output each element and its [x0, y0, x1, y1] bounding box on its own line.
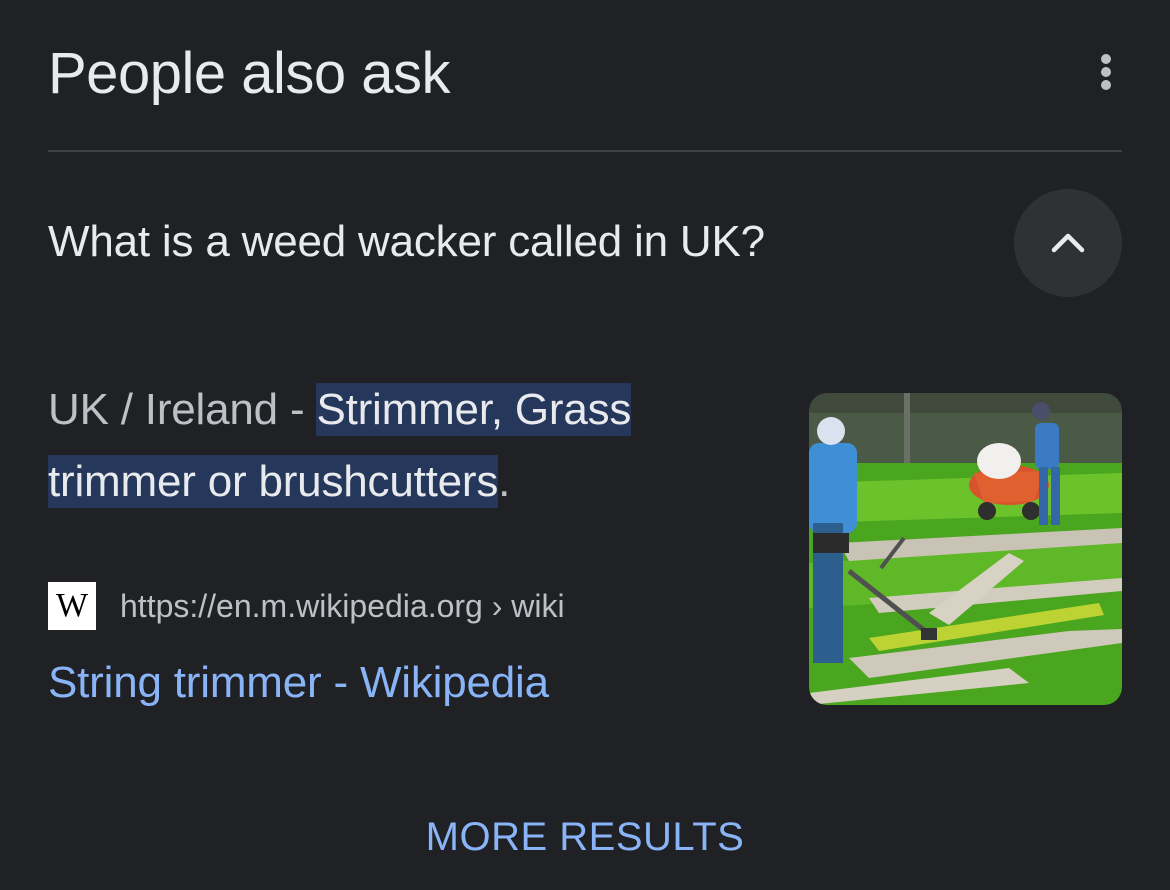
result-thumbnail[interactable] [809, 393, 1122, 705]
paa-header: People also ask [48, 40, 1122, 110]
answer-highlight-2: trimmer or brushcutters [48, 455, 499, 508]
answer-highlight-1: Strimmer, Grass [316, 383, 632, 436]
divider [48, 150, 1122, 152]
source-row[interactable]: W https://en.m.wikipedia.org › wiki [48, 581, 565, 631]
wikipedia-icon: W [48, 582, 96, 630]
chevron-up-icon [1051, 233, 1085, 253]
section-title: People also ask [48, 41, 450, 106]
answer-snippet: UK / Ireland - Strimmer, Grass trimmer or… [48, 374, 748, 518]
menu-dot [1101, 67, 1111, 77]
answer-suffix: . [498, 457, 511, 506]
more-vert-icon[interactable] [1094, 48, 1118, 96]
result-link[interactable]: String trimmer - Wikipedia [48, 655, 549, 711]
answer-prefix: UK / Ireland - [48, 385, 317, 434]
thumbnail-image [809, 393, 1122, 705]
source-path: wiki [511, 587, 565, 624]
question-text[interactable]: What is a weed wacker called in UK? [48, 214, 765, 270]
source-domain: https://en.m.wikipedia.org [120, 587, 483, 624]
breadcrumb-separator: › [491, 587, 503, 624]
more-results-button[interactable]: MORE RESULTS [0, 812, 1170, 862]
source-url: https://en.m.wikipedia.org › wiki [120, 588, 565, 625]
collapse-button[interactable] [1014, 189, 1122, 297]
menu-dot [1101, 54, 1111, 64]
menu-dot [1101, 80, 1111, 90]
